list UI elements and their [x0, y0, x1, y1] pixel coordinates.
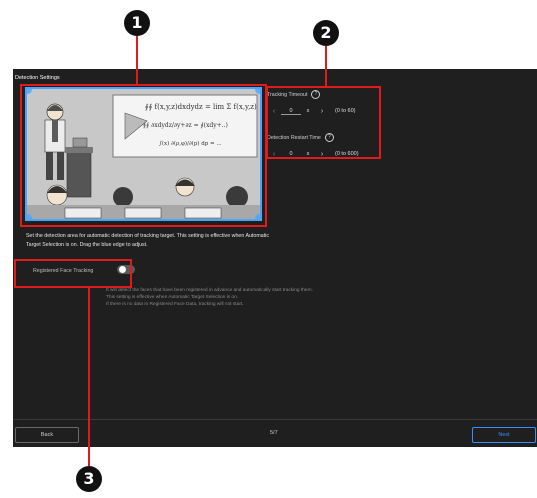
- footer-divider: [13, 419, 537, 420]
- face-desc-line-2: This setting is effective when Automatic…: [106, 295, 239, 300]
- back-button[interactable]: Back: [15, 427, 79, 443]
- face-desc-line-3: If there is no data in Registered Face D…: [106, 302, 244, 307]
- callout-box-1: [20, 84, 267, 227]
- next-button[interactable]: Next: [472, 427, 536, 443]
- detection-area-description: Set the detection area for automatic det…: [26, 233, 270, 248]
- callout-line-1: [136, 36, 138, 84]
- callout-2: 2: [313, 20, 339, 46]
- callout-3: 3: [76, 466, 102, 492]
- face-tracking-description: It will detect the faces that have been …: [106, 287, 406, 308]
- screen-title: Detection Settings: [15, 75, 60, 81]
- callout-line-3: [88, 288, 90, 466]
- callout-line-2: [325, 46, 327, 86]
- callout-box-3: [14, 259, 132, 288]
- callout-box-2: [266, 86, 381, 159]
- page-indicator: 5/7: [270, 430, 278, 436]
- face-desc-line-1: It will detect the faces that have been …: [106, 288, 313, 293]
- callout-1: 1: [124, 10, 150, 36]
